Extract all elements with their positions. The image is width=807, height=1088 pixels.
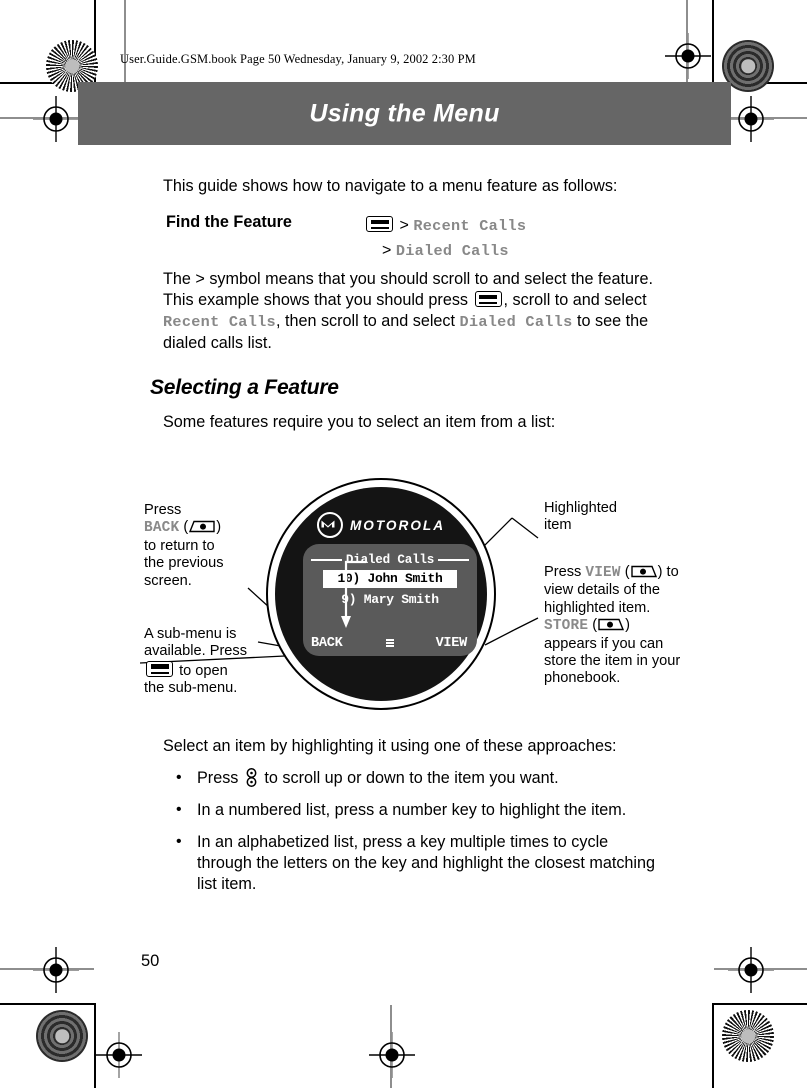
screen-title-bar: Dialed Calls bbox=[311, 553, 470, 567]
registration-mark-bottom-center bbox=[369, 1032, 415, 1078]
chapter-header-band: Using the Menu bbox=[78, 82, 731, 145]
callout-back-key: Press BACK () to return to the previous … bbox=[144, 502, 224, 589]
menu-key-icon-inline bbox=[474, 291, 502, 307]
find-the-feature-block: Find the Feature > Recent Calls > Dialed… bbox=[163, 213, 661, 269]
book-file-header: User.Guide.GSM.book Page 50 Wednesday, J… bbox=[120, 52, 476, 66]
trim-line-top-right-v bbox=[712, 0, 714, 84]
approach-1-before: Press bbox=[197, 769, 243, 787]
callout-highlighted-line1: Highlighted bbox=[544, 500, 618, 516]
callout-submenu-line2: available. Press bbox=[144, 643, 248, 660]
callout-back-line1: Press bbox=[144, 502, 182, 518]
registration-mark-top-right bbox=[665, 33, 711, 79]
page-number: 50 bbox=[141, 952, 160, 970]
list-item: In an alphabetized list, press a key mul… bbox=[163, 831, 663, 895]
intro-paragraph: This guide shows how to navigate to a me… bbox=[163, 177, 618, 195]
phone-body: MOTOROLA Dialed Calls 10) John Smith 9) … bbox=[275, 487, 487, 701]
callout-back-softkey-name: BACK bbox=[144, 520, 180, 537]
menu-path-dialed-calls: Dialed Calls bbox=[395, 242, 509, 260]
explanation-paragraph: The > symbol means that you should scrol… bbox=[163, 269, 661, 354]
inline-menu-item-recent-calls: Recent Calls bbox=[163, 313, 276, 331]
phone-illustration-figure: Press BACK () to return to the previous … bbox=[140, 478, 680, 718]
right-softkey-icon bbox=[630, 565, 657, 578]
motorola-wordmark: MOTOROLA bbox=[349, 517, 446, 533]
explanation-text-3: , then scroll to and select bbox=[275, 312, 460, 330]
motorola-batwing-icon bbox=[316, 512, 343, 538]
approaches-list: Press to scroll up or down to the item y… bbox=[163, 767, 663, 895]
scroll-key-icon bbox=[245, 768, 258, 787]
callout-view-store-keys: Press VIEW () to view details of the hig… bbox=[544, 564, 681, 687]
path-separator-1: > bbox=[399, 217, 409, 234]
inline-menu-item-dialed-calls: Dialed Calls bbox=[459, 313, 573, 331]
section-heading-selecting-a-feature: Selecting a Feature bbox=[150, 376, 339, 399]
path-separator-2: > bbox=[382, 242, 392, 259]
callout-submenu-line3: to open bbox=[179, 662, 228, 679]
approach-1-after: to scroll up or down to the item you wan… bbox=[259, 769, 559, 787]
registration-mark-upper-right-inner bbox=[728, 96, 774, 142]
right-softkey-icon-store bbox=[598, 618, 625, 631]
registration-mark-top-left bbox=[33, 96, 79, 142]
callout-back-line2: to return to bbox=[144, 537, 215, 554]
list-item: Press to scroll up or down to the item y… bbox=[163, 767, 663, 789]
menu-key-icon-callout bbox=[146, 660, 173, 677]
softkey-view[interactable]: VIEW bbox=[436, 636, 468, 651]
back-key-pointer-arrow bbox=[341, 560, 366, 628]
explanation-text-2: , scroll to and select bbox=[503, 291, 647, 309]
list-item: In a numbered list, press a number key t… bbox=[163, 799, 663, 821]
page-title: Using the Menu bbox=[309, 99, 500, 127]
callout-view-mid2: appears if you can store the item in you… bbox=[544, 635, 681, 687]
phone-diagram: MOTOROLA Dialed Calls 10) John Smith 9) … bbox=[266, 478, 496, 710]
registration-mark-bottom-left bbox=[33, 947, 79, 993]
trim-line-bottom-right-v bbox=[712, 1003, 714, 1088]
screen-title-rule-right bbox=[438, 559, 470, 561]
callout-back-line4: screen. bbox=[144, 572, 192, 589]
callout-store-softkey-name: STORE bbox=[544, 618, 589, 635]
sub-menu-indicator-icon bbox=[386, 639, 394, 648]
callout-back-line3: the previous bbox=[144, 555, 224, 572]
left-softkey-icon bbox=[189, 520, 215, 533]
callout-sub-menu: A sub-menu is available. Press to open t… bbox=[144, 626, 268, 698]
trim-line-bottom-left-h bbox=[0, 1003, 95, 1005]
menu-key-icon bbox=[366, 216, 393, 232]
callout-highlighted-line2: item bbox=[544, 517, 572, 534]
trim-line-bottom-right-h bbox=[712, 1003, 807, 1005]
softkey-back[interactable]: BACK bbox=[311, 636, 343, 651]
reg-rule-top-v bbox=[124, 0, 126, 82]
callout-highlighted-item: Highlighted item bbox=[544, 500, 680, 535]
callout-submenu-line4: the sub-menu. bbox=[144, 680, 238, 697]
motorola-logo: MOTOROLA bbox=[316, 512, 446, 538]
screen-softkey-row: BACK VIEW bbox=[309, 633, 471, 651]
callout-submenu-line1: A sub-menu is bbox=[144, 626, 237, 642]
registration-mark-lower-left-inner bbox=[96, 1032, 142, 1078]
callout-view-pre: Press bbox=[544, 564, 586, 580]
section-intro-paragraph: Some features require you to select an i… bbox=[163, 413, 556, 431]
callout-view-softkey-name: VIEW bbox=[585, 565, 621, 581]
starburst-target-bottom-left bbox=[36, 1010, 88, 1062]
starburst-target-bottom-right bbox=[722, 1010, 774, 1062]
registration-mark-bottom-right bbox=[728, 947, 774, 993]
menu-path-recent-calls: Recent Calls bbox=[413, 217, 527, 235]
find-the-feature-label: Find the Feature bbox=[166, 213, 292, 231]
select-intro-paragraph: Select an item by highlighting it using … bbox=[163, 737, 617, 755]
phone-screen: Dialed Calls 10) John Smith 9) Mary Smit… bbox=[303, 544, 477, 656]
find-the-feature-path: > Recent Calls > Dialed Calls bbox=[364, 213, 526, 263]
approaches-section: Select an item by highlighting it using … bbox=[163, 736, 663, 906]
main-content: This guide shows how to navigate to a me… bbox=[150, 176, 661, 433]
